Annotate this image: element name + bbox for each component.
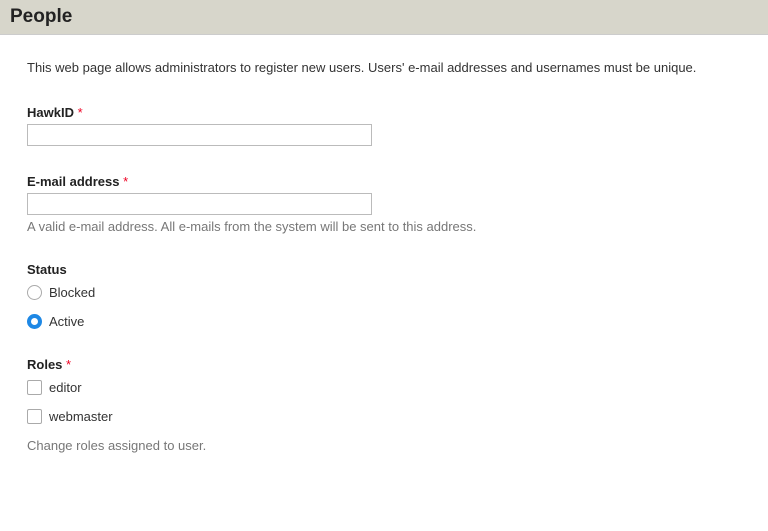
- email-description: A valid e-mail address. All e-mails from…: [27, 219, 741, 234]
- intro-text: This web page allows administrators to r…: [27, 60, 741, 75]
- hawkid-label: HawkID *: [27, 105, 741, 120]
- form-content: This web page allows administrators to r…: [0, 35, 768, 501]
- email-label-text: E-mail address: [27, 174, 120, 189]
- roles-checkbox-group: editor webmaster: [27, 380, 741, 424]
- roles-option-editor: editor: [27, 380, 741, 395]
- hawkid-input[interactable]: [27, 124, 372, 146]
- email-required-mark: *: [123, 174, 128, 189]
- hawkid-field-wrapper: HawkID *: [27, 105, 741, 146]
- roles-field-wrapper: Roles * editor webmaster Change roles as…: [27, 357, 741, 453]
- email-input[interactable]: [27, 193, 372, 215]
- roles-checkbox-webmaster[interactable]: [27, 409, 42, 424]
- status-blocked-label[interactable]: Blocked: [49, 285, 95, 300]
- page-title: People: [10, 6, 758, 28]
- status-option-blocked: Blocked: [27, 285, 741, 300]
- roles-label: Roles *: [27, 357, 741, 372]
- roles-label-text: Roles: [27, 357, 62, 372]
- roles-required-mark: *: [66, 357, 71, 372]
- hawkid-label-text: HawkID: [27, 105, 74, 120]
- page-header: People: [0, 0, 768, 35]
- status-radio-blocked[interactable]: [27, 285, 42, 300]
- status-option-active: Active: [27, 314, 741, 329]
- email-label: E-mail address *: [27, 174, 741, 189]
- email-field-wrapper: E-mail address * A valid e-mail address.…: [27, 174, 741, 234]
- roles-webmaster-label[interactable]: webmaster: [49, 409, 113, 424]
- roles-checkbox-editor[interactable]: [27, 380, 42, 395]
- roles-description: Change roles assigned to user.: [27, 438, 741, 453]
- status-active-label[interactable]: Active: [49, 314, 84, 329]
- hawkid-required-mark: *: [78, 105, 83, 120]
- status-radio-group: Blocked Active: [27, 285, 741, 329]
- roles-option-webmaster: webmaster: [27, 409, 741, 424]
- status-label: Status: [27, 262, 741, 277]
- roles-editor-label[interactable]: editor: [49, 380, 82, 395]
- status-field-wrapper: Status Blocked Active: [27, 262, 741, 329]
- status-radio-active[interactable]: [27, 314, 42, 329]
